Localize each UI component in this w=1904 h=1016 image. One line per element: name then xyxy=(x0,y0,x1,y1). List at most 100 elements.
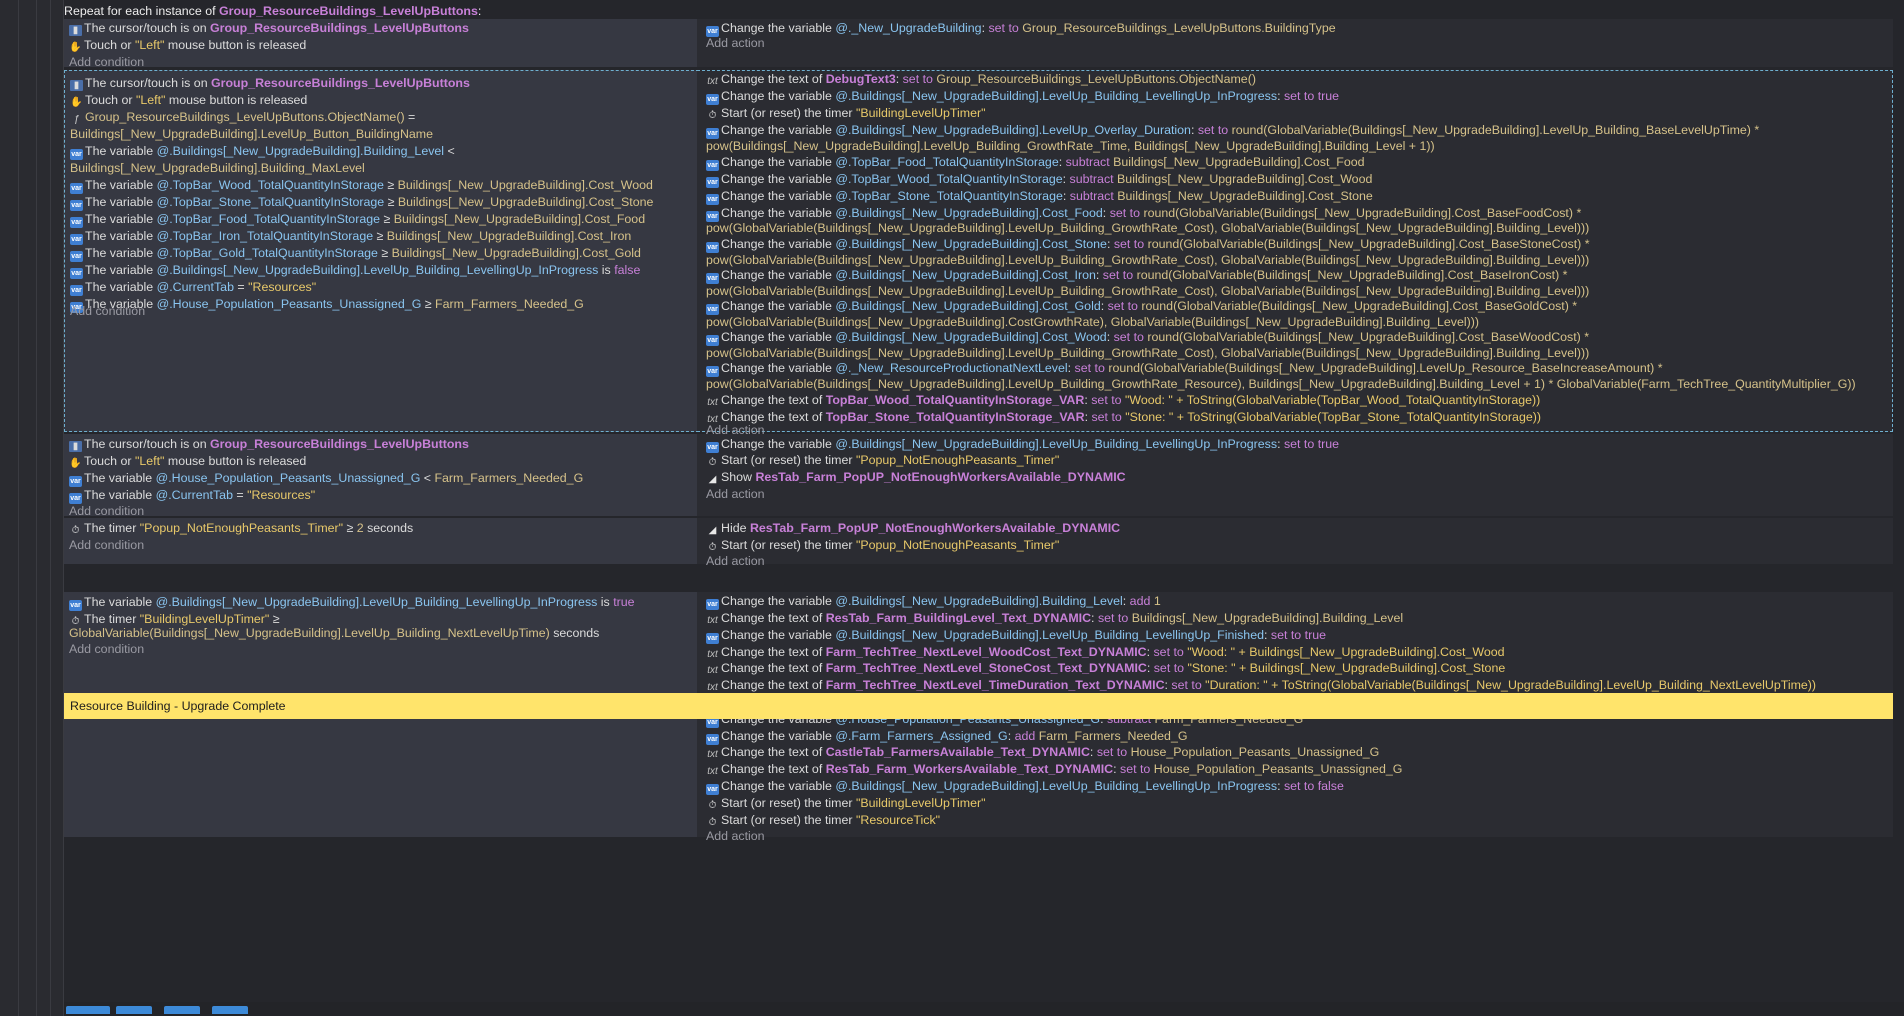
action-row[interactable]: txt Change the text of Farm_TechTree_Next… xyxy=(706,676,1816,694)
action-row[interactable]: txt Change the text of DebugText3: set to… xyxy=(706,70,1256,88)
action-row[interactable]: txt Change the text of TopBar_Wood_TotalQ… xyxy=(706,391,1540,409)
action-row[interactable]: var Change the variable @._New_UpgradeBui… xyxy=(706,19,1336,37)
add-condition-link[interactable]: Add condition xyxy=(70,302,145,320)
string-literal: "Popup_NotEnoughPeasants_Timer" xyxy=(139,521,344,535)
string-literal: "Left" xyxy=(135,93,166,107)
add-action-link[interactable]: Add action xyxy=(706,485,765,503)
string-literal: "Stone: " + ToString(GlobalVariable(TopB… xyxy=(1125,410,1541,424)
action-row[interactable]: txt Change the text of TopBar_Stone_Total… xyxy=(706,408,1541,426)
condition-row[interactable]: var The variable @.House_Population_Peasa… xyxy=(69,469,583,487)
actions-panel[interactable]: txt Change the text of DebugText3: set to… xyxy=(697,70,1893,437)
event-block[interactable]: ▮ The cursor/touch is on Group_ResourceBu… xyxy=(64,434,1893,518)
condition-row[interactable]: var The variable @.Buildings[_New_Upgrade… xyxy=(70,142,455,160)
event-block[interactable]: ⏱ The timer "Popup_NotEnoughPeasants_Time… xyxy=(64,518,1893,568)
expression: round(GlobalVariable(Buildings[_New_Upgr… xyxy=(1147,330,1590,344)
operation-keyword: set to xyxy=(1283,89,1315,103)
object-name: ResTab_Farm_PopUP_NotEnoughWorkersAvaila… xyxy=(749,521,1121,535)
condition-row[interactable]: ▮ The cursor/touch is on Group_ResourceBu… xyxy=(69,19,469,37)
add-condition-link[interactable]: Add condition xyxy=(69,53,144,71)
action-row[interactable]: ◢ Show ResTab_Farm_PopUP_NotEnoughWorkers… xyxy=(706,468,1126,486)
horizontal-scroll-area[interactable] xyxy=(64,1002,1904,1016)
expression: Farm_Farmers_Needed_G xyxy=(434,471,584,485)
add-action-link[interactable]: Add action xyxy=(706,34,765,52)
add-condition-link[interactable]: Add condition xyxy=(69,536,144,554)
clause-text: ≥ xyxy=(373,229,387,243)
condition-row[interactable]: var The variable @.TopBar_Gold_TotalQuant… xyxy=(70,244,641,262)
conditions-panel[interactable]: ▮ The cursor/touch is on Group_ResourceBu… xyxy=(64,19,698,69)
action-row[interactable]: var Change the variable @.Buildings[_New_… xyxy=(706,777,1344,795)
action-row[interactable]: var Change the variable @.TopBar_Wood_Tot… xyxy=(706,170,1372,188)
condition-row[interactable]: ▮ The cursor/touch is on Group_ResourceBu… xyxy=(70,74,470,92)
condition-row[interactable]: Buildings[_New_UpgradeBuilding].LevelUp_… xyxy=(70,125,433,143)
action-row[interactable]: ⏱ Start (or reset) the timer "Popup_NotEn… xyxy=(706,451,1060,469)
conditions-panel[interactable]: ▮ The cursor/touch is on Group_ResourceBu… xyxy=(64,70,699,432)
action-row[interactable]: var Change the variable @.TopBar_Stone_To… xyxy=(706,187,1373,205)
action-row[interactable]: ⏱ Start (or reset) the timer "BuildingLev… xyxy=(706,794,986,812)
condition-row[interactable]: ✋ Touch or "Left" mouse button is release… xyxy=(69,36,306,54)
clause-text: : xyxy=(1007,729,1015,743)
condition-row[interactable]: var The variable @.CurrentTab = "Resource… xyxy=(70,278,316,296)
condition-row[interactable]: ✋ Touch or "Left" mouse button is release… xyxy=(70,91,307,109)
actions-panel[interactable]: var Change the variable @._New_UpgradeBui… xyxy=(697,19,1893,67)
add-condition-link[interactable]: Add condition xyxy=(69,640,144,658)
action-row[interactable]: ◢ Hide ResTab_Farm_PopUP_NotEnoughWorkers… xyxy=(706,519,1121,537)
clause-text: The timer xyxy=(84,521,140,535)
text-object-icon: txt xyxy=(707,665,718,676)
event-block[interactable]: ▮ The cursor/touch is on Group_ResourceBu… xyxy=(64,19,1893,69)
variable-name: @.Buildings[_New_UpgradeBuilding].LevelU… xyxy=(835,123,1191,137)
operation-keyword: subtract xyxy=(1065,155,1110,169)
condition-row[interactable]: var The variable @.TopBar_Iron_TotalQuant… xyxy=(70,227,631,245)
scroll-tab[interactable] xyxy=(164,1006,200,1014)
action-row[interactable]: txt Change the text of Farm_TechTree_Next… xyxy=(706,659,1505,677)
scroll-tab[interactable] xyxy=(116,1006,152,1014)
event-block[interactable]: ▮ The cursor/touch is on Group_ResourceBu… xyxy=(64,70,1893,437)
variable-name: @.TopBar_Food_TotalQuantityInStorage xyxy=(156,212,380,226)
expression: round(GlobalVariable(Buildings[_New_Upgr… xyxy=(1136,268,1568,282)
clause-text: : xyxy=(895,72,903,86)
scroll-tab[interactable] xyxy=(212,1006,248,1014)
operation-keyword: set to xyxy=(902,72,933,86)
scroll-tab[interactable] xyxy=(66,1006,110,1014)
add-action-link[interactable]: Add action xyxy=(706,827,765,845)
clause-text: Change the text of xyxy=(721,762,826,776)
actions-panel[interactable]: var Change the variable @.Buildings[_New_… xyxy=(697,434,1893,516)
condition-row[interactable]: var The variable @.TopBar_Food_TotalQuant… xyxy=(70,210,645,228)
clause-text: : xyxy=(1102,206,1110,220)
action-row[interactable]: var Change the variable @.Buildings[_New_… xyxy=(706,626,1326,644)
condition-row[interactable]: ▮ The cursor/touch is on Group_ResourceBu… xyxy=(69,435,469,453)
operation-keyword: set to xyxy=(1074,361,1105,375)
action-row[interactable]: ⏱ Start (or reset) the timer "BuildingLev… xyxy=(706,104,986,122)
action-row[interactable]: txt Change the text of ResTab_Farm_Worker… xyxy=(706,760,1402,778)
condition-row[interactable]: var The variable @.Buildings[_New_Upgrade… xyxy=(69,593,635,611)
action-row[interactable]: txt Change the text of ResTab_Farm_Buildi… xyxy=(706,609,1403,627)
string-literal: "Wood: " + Buildings[_New_UpgradeBuildin… xyxy=(1187,645,1505,659)
action-row[interactable]: var Change the variable @.Buildings[_New_… xyxy=(706,592,1161,610)
clause-text: = xyxy=(233,280,249,294)
clause-text: The cursor/touch is on xyxy=(84,437,211,451)
condition-row[interactable]: GlobalVariable(Buildings[_New_UpgradeBui… xyxy=(69,624,599,642)
action-row[interactable]: txt Change the text of CastleTab_FarmersA… xyxy=(706,743,1379,761)
add-action-link[interactable]: Add action xyxy=(706,552,765,570)
conditions-panel[interactable]: ▮ The cursor/touch is on Group_ResourceBu… xyxy=(64,434,698,518)
object-name: Group_ResourceBuildings_LevelUpButtons xyxy=(210,21,469,35)
condition-row[interactable]: var The variable @.TopBar_Wood_TotalQuant… xyxy=(70,176,653,194)
condition-row[interactable]: ✋ Touch or "Left" mouse button is release… xyxy=(69,452,306,470)
condition-row[interactable]: var The variable @.House_Population_Peasa… xyxy=(70,295,584,313)
string-literal: "Resources" xyxy=(247,488,316,502)
operation-keyword: set to xyxy=(1283,779,1315,793)
variable-name: @.TopBar_Wood_TotalQuantityInStorage xyxy=(156,178,384,192)
condition-row[interactable]: var The variable @.TopBar_Stone_TotalQuan… xyxy=(70,193,653,211)
condition-row[interactable]: ƒ Group_ResourceBuildings_LevelUpButtons.… xyxy=(70,108,416,126)
repeat-for-each-header[interactable]: Repeat for each instance of Group_Resour… xyxy=(64,2,481,20)
stopwatch-icon: ⏱ xyxy=(71,525,80,536)
clause-text: : xyxy=(1058,155,1066,169)
conditions-panel[interactable]: ⏱ The timer "Popup_NotEnoughPeasants_Time… xyxy=(64,518,698,564)
actions-panel[interactable]: ◢ Hide ResTab_Farm_PopUP_NotEnoughWorkers… xyxy=(697,518,1893,568)
action-row[interactable]: var Change the variable @.TopBar_Food_Tot… xyxy=(706,153,1365,171)
comment-block[interactable]: Resource Building - Upgrade Complete xyxy=(64,693,1893,719)
action-row[interactable]: var Change the variable @.Buildings[_New_… xyxy=(706,87,1339,105)
condition-row[interactable]: ⏱ The timer "Popup_NotEnoughPeasants_Time… xyxy=(69,519,414,537)
condition-row[interactable]: Buildings[_New_UpgradeBuilding].Building… xyxy=(70,159,365,177)
condition-row[interactable]: var The variable @.Buildings[_New_Upgrade… xyxy=(70,261,640,279)
clause-text: = xyxy=(232,488,248,502)
